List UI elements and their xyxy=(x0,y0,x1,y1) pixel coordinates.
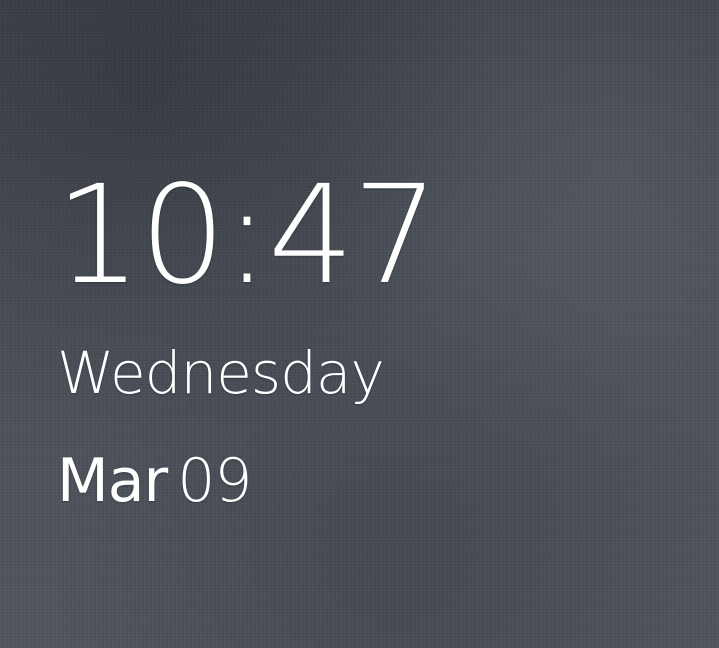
clock-month: Mar xyxy=(57,446,168,516)
clock-day-number: 09 xyxy=(177,446,252,516)
clock-time: 10:47 xyxy=(55,157,439,315)
clock-widget[interactable]: 10:47 Wednesday Mar 09 xyxy=(55,168,475,528)
clock-date: Mar 09 xyxy=(57,451,253,511)
clock-weekday: Wednesday xyxy=(57,339,385,407)
